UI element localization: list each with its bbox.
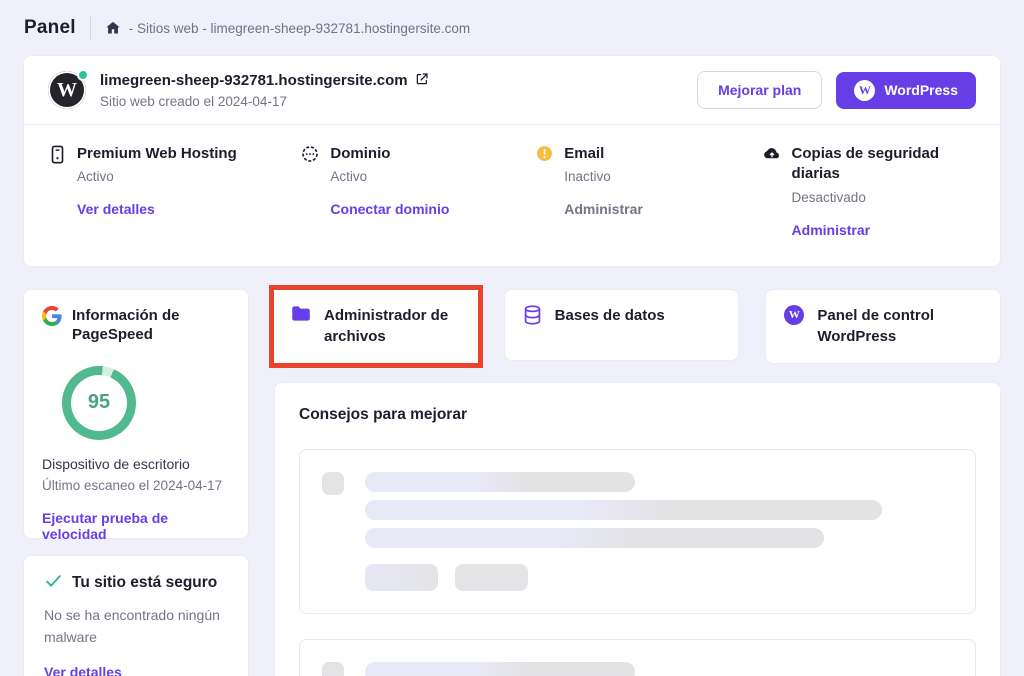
service-name: Email [564, 144, 604, 164]
pagespeed-score: 95 [62, 366, 136, 440]
divider [90, 16, 91, 40]
run-speed-test-link[interactable]: Ejecutar prueba de velocidad [42, 510, 230, 542]
tip-skeleton-item [299, 449, 976, 614]
site-domain[interactable]: limegreen-sheep-932781.hostingersite.com [100, 72, 408, 89]
wordpress-button[interactable]: W WordPress [836, 72, 976, 109]
online-status-dot [77, 69, 89, 81]
service-backups: Copias de seguridad diarias Desactivado … [763, 144, 976, 240]
database-icon [523, 305, 542, 330]
wordpress-icon: W [784, 305, 804, 325]
site-created-date: Sitio web creado el 2024-04-17 [100, 94, 683, 109]
security-title: Tu sitio está seguro [72, 574, 217, 592]
security-card: Tu sitio está seguro No se ha encontrado… [23, 555, 249, 676]
service-status: Desactivado [792, 190, 976, 205]
external-link-icon[interactable] [415, 72, 429, 90]
pagespeed-last-scan: Último escaneo el 2024-04-17 [42, 478, 230, 493]
wordpress-button-label: WordPress [884, 82, 958, 98]
breadcrumb[interactable]: - Sitios web - limegreen-sheep-932781.ho… [105, 20, 470, 36]
service-name: Dominio [330, 144, 390, 164]
pagespeed-card: Información de PageSpeed 95 Dispositivo … [23, 289, 249, 539]
skeleton-bar [365, 528, 824, 548]
home-icon[interactable] [105, 20, 121, 36]
google-icon [42, 306, 62, 331]
breadcrumb-text: - Sitios web - limegreen-sheep-932781.ho… [129, 21, 470, 36]
databases-card[interactable]: Bases de datos [504, 289, 740, 361]
service-status: Inactivo [564, 169, 746, 184]
security-description: No se ha encontrado ningún malware [44, 604, 224, 649]
wordpress-panel-label: Panel de control WordPress [817, 305, 982, 349]
skeleton-chip [365, 564, 438, 591]
skeleton-bar [365, 472, 635, 492]
pagespeed-title: Información de PageSpeed [72, 306, 230, 345]
hosting-details-link[interactable]: Ver detalles [77, 201, 155, 217]
tip-skeleton-item [299, 639, 976, 676]
check-icon [44, 571, 63, 595]
cloud-icon [763, 145, 781, 161]
site-card: W limegreen-sheep-932781.hostingersite.c… [23, 55, 1001, 267]
service-status: Activo [77, 169, 285, 184]
service-name: Copias de seguridad diarias [792, 144, 976, 185]
file-manager-card[interactable]: Administrador de archivos [277, 293, 475, 361]
globe-icon [301, 145, 319, 163]
pagespeed-device: Dispositivo de escritorio [42, 456, 230, 472]
skeleton-icon [322, 662, 344, 676]
service-name: Premium Web Hosting [77, 144, 237, 164]
service-status: Activo [330, 169, 519, 184]
skeleton-chip [455, 564, 528, 591]
server-icon [48, 145, 66, 164]
wordpress-panel-card[interactable]: W Panel de control WordPress [765, 289, 1001, 365]
skeleton-bar [365, 662, 635, 676]
pagespeed-score-gauge: 95 [62, 366, 136, 440]
backups-manage-link[interactable]: Administrar [792, 222, 871, 238]
email-manage-link[interactable]: Administrar [564, 201, 643, 217]
service-email: Email Inactivo Administrar [535, 144, 746, 240]
security-details-link[interactable]: Ver detalles [44, 664, 122, 676]
tips-card: Consejos para mejorar [274, 382, 1001, 676]
warning-icon [535, 145, 553, 162]
service-hosting: Premium Web Hosting Activo Ver detalles [48, 144, 285, 240]
page-title: Panel [24, 17, 76, 39]
annotation-highlight-box: Administrador de archivos [269, 285, 483, 369]
connect-domain-link[interactable]: Conectar dominio [330, 201, 449, 217]
file-manager-label: Administrador de archivos [324, 305, 461, 349]
wordpress-icon: W [854, 80, 875, 101]
databases-label: Bases de datos [555, 305, 665, 327]
skeleton-icon [322, 472, 344, 495]
service-domain: Dominio Activo Conectar dominio [301, 144, 519, 240]
folder-icon [291, 305, 311, 327]
top-bar: Panel - Sitios web - limegreen-sheep-932… [0, 0, 1024, 53]
skeleton-bar [365, 500, 882, 520]
tips-title: Consejos para mejorar [299, 406, 976, 424]
services-row: Premium Web Hosting Activo Ver detalles … [24, 125, 1000, 266]
wordpress-site-avatar: W [48, 71, 86, 109]
upgrade-plan-button[interactable]: Mejorar plan [697, 71, 822, 109]
